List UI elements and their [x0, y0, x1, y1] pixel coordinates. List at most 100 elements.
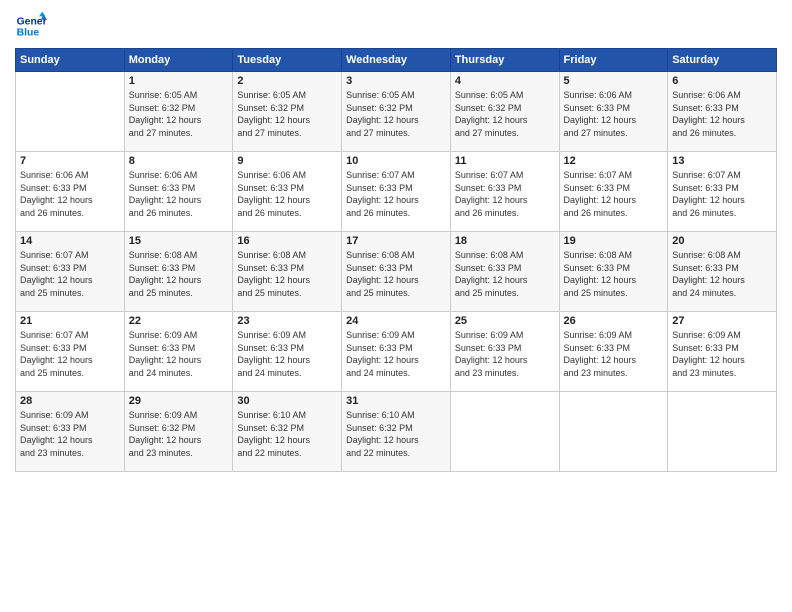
logo: General Blue — [15, 10, 47, 42]
day-info: Sunrise: 6:07 AM Sunset: 6:33 PM Dayligh… — [20, 329, 120, 379]
day-number: 13 — [672, 155, 772, 167]
day-info: Sunrise: 6:09 AM Sunset: 6:33 PM Dayligh… — [672, 329, 772, 379]
weekday-header: Saturday — [668, 49, 777, 72]
day-info: Sunrise: 6:09 AM Sunset: 6:33 PM Dayligh… — [346, 329, 446, 379]
day-info: Sunrise: 6:07 AM Sunset: 6:33 PM Dayligh… — [672, 169, 772, 219]
day-info: Sunrise: 6:08 AM Sunset: 6:33 PM Dayligh… — [129, 249, 229, 299]
day-number: 29 — [129, 395, 229, 407]
calendar-cell: 12Sunrise: 6:07 AM Sunset: 6:33 PM Dayli… — [559, 152, 668, 232]
day-info: Sunrise: 6:08 AM Sunset: 6:33 PM Dayligh… — [564, 249, 664, 299]
calendar-cell: 23 Sunrise: 6:09 AM Sunset: 6:33 PM Dayli… — [233, 312, 342, 392]
calendar-cell: 6 Sunrise: 6:06 AM Sunset: 6:33 PM Daylig… — [668, 72, 777, 152]
day-number: 28 — [20, 395, 120, 407]
day-info: Sunrise: 6:09 AM Sunset: 6:33 PM Dayligh… — [237, 329, 337, 379]
day-info: Sunrise: 6:09 AM Sunset: 6:32 PM Dayligh… — [129, 409, 229, 459]
day-info: Sunrise: 6:08 AM Sunset: 6:33 PM Dayligh… — [455, 249, 555, 299]
calendar-header-row: SundayMondayTuesdayWednesdayThursdayFrid… — [16, 49, 777, 72]
day-number: 20 — [672, 235, 772, 247]
day-number: 21 — [20, 315, 120, 327]
day-number: 11 — [455, 155, 555, 167]
calendar-cell — [16, 72, 125, 152]
calendar-cell — [559, 392, 668, 472]
day-number: 6 — [672, 75, 772, 87]
calendar-cell: 30 Sunrise: 6:10 AM Sunset: 6:32 PM Dayli… — [233, 392, 342, 472]
day-number: 18 — [455, 235, 555, 247]
day-info: Sunrise: 6:09 AM Sunset: 6:33 PM Dayligh… — [20, 409, 120, 459]
day-info: Sunrise: 6:08 AM Sunset: 6:33 PM Dayligh… — [346, 249, 446, 299]
calendar-week-row: 1 Sunrise: 6:05 AM Sunset: 6:32 PM Daylig… — [16, 72, 777, 152]
calendar-cell: 11 Sunrise: 6:07 AM Sunset: 6:33 PM Dayli… — [450, 152, 559, 232]
day-info: Sunrise: 6:07 AM Sunset: 6:33 PM Dayligh… — [455, 169, 555, 219]
day-number: 23 — [237, 315, 337, 327]
calendar-cell: 9 Sunrise: 6:06 AM Sunset: 6:33 PM Daylig… — [233, 152, 342, 232]
day-number: 31 — [346, 395, 446, 407]
day-info: Sunrise: 6:05 AM Sunset: 6:32 PM Dayligh… — [346, 89, 446, 139]
day-number: 1 — [129, 75, 229, 87]
day-number: 19 — [564, 235, 664, 247]
weekday-header: Wednesday — [342, 49, 451, 72]
calendar-cell: 29 Sunrise: 6:09 AM Sunset: 6:32 PM Dayli… — [124, 392, 233, 472]
calendar-cell: 10 Sunrise: 6:07 AM Sunset: 6:33 PM Dayli… — [342, 152, 451, 232]
day-number: 8 — [129, 155, 229, 167]
calendar-week-row: 14Sunrise: 6:07 AM Sunset: 6:33 PM Dayli… — [16, 232, 777, 312]
calendar-week-row: 28 Sunrise: 6:09 AM Sunset: 6:33 PM Dayli… — [16, 392, 777, 472]
calendar-cell: 3 Sunrise: 6:05 AM Sunset: 6:32 PM Daylig… — [342, 72, 451, 152]
calendar-cell — [668, 392, 777, 472]
calendar-cell: 4Sunrise: 6:05 AM Sunset: 6:32 PM Daylig… — [450, 72, 559, 152]
calendar-cell: 15 Sunrise: 6:08 AM Sunset: 6:33 PM Dayli… — [124, 232, 233, 312]
day-number: 26 — [564, 315, 664, 327]
calendar-cell: 24 Sunrise: 6:09 AM Sunset: 6:33 PM Dayli… — [342, 312, 451, 392]
day-number: 12 — [564, 155, 664, 167]
weekday-header: Monday — [124, 49, 233, 72]
calendar-cell: 7Sunrise: 6:06 AM Sunset: 6:33 PM Daylig… — [16, 152, 125, 232]
calendar-week-row: 21 Sunrise: 6:07 AM Sunset: 6:33 PM Dayli… — [16, 312, 777, 392]
calendar-cell: 1 Sunrise: 6:05 AM Sunset: 6:32 PM Daylig… — [124, 72, 233, 152]
calendar-cell: 21 Sunrise: 6:07 AM Sunset: 6:33 PM Dayli… — [16, 312, 125, 392]
calendar-week-row: 7 Sunrise: 6:06 AM Sunset: 6:33 PM Daylig… — [16, 152, 777, 232]
day-number: 15 — [129, 235, 229, 247]
calendar-cell: 13 Sunrise: 6:07 AM Sunset: 6:33 PM Dayli… — [668, 152, 777, 232]
day-number: 7 — [20, 155, 120, 167]
day-info: Sunrise: 6:07 AM Sunset: 6:33 PM Dayligh… — [346, 169, 446, 219]
calendar-body: 1 Sunrise: 6:05 AM Sunset: 6:32 PM Daylig… — [16, 72, 777, 472]
calendar-cell: 26 Sunrise: 6:09 AM Sunset: 6:33 PM Dayli… — [559, 312, 668, 392]
day-info: Sunrise: 6:09 AM Sunset: 6:33 PM Dayligh… — [129, 329, 229, 379]
day-number: 27 — [672, 315, 772, 327]
svg-text:Blue: Blue — [17, 28, 40, 39]
calendar-cell: 16 Sunrise: 6:08 AM Sunset: 6:33 PM Dayli… — [233, 232, 342, 312]
day-number: 16 — [237, 235, 337, 247]
day-info: Sunrise: 6:06 AM Sunset: 6:33 PM Dayligh… — [129, 169, 229, 219]
day-info: Sunrise: 6:08 AM Sunset: 6:33 PM Dayligh… — [237, 249, 337, 299]
day-number: 17 — [346, 235, 446, 247]
day-info: Sunrise: 6:06 AM Sunset: 6:33 PM Dayligh… — [672, 89, 772, 139]
day-info: Sunrise: 6:08 AM Sunset: 6:33 PM Dayligh… — [672, 249, 772, 299]
calendar-cell: 20 Sunrise: 6:08 AM Sunset: 6:33 PM Dayli… — [668, 232, 777, 312]
day-number: 5 — [564, 75, 664, 87]
calendar-cell: 8 Sunrise: 6:06 AM Sunset: 6:33 PM Daylig… — [124, 152, 233, 232]
day-info: Sunrise: 6:10 AM Sunset: 6:32 PM Dayligh… — [237, 409, 337, 459]
day-info: Sunrise: 6:10 AM Sunset: 6:32 PM Dayligh… — [346, 409, 446, 459]
calendar-cell: 17 Sunrise: 6:08 AM Sunset: 6:33 PM Dayli… — [342, 232, 451, 312]
weekday-header: Thursday — [450, 49, 559, 72]
calendar-cell: 25Sunrise: 6:09 AM Sunset: 6:33 PM Dayli… — [450, 312, 559, 392]
day-info: Sunrise: 6:05 AM Sunset: 6:32 PM Dayligh… — [237, 89, 337, 139]
day-info: Sunrise: 6:09 AM Sunset: 6:33 PM Dayligh… — [455, 329, 555, 379]
calendar-cell: 31 Sunrise: 6:10 AM Sunset: 6:32 PM Dayli… — [342, 392, 451, 472]
weekday-header: Tuesday — [233, 49, 342, 72]
day-number: 30 — [237, 395, 337, 407]
calendar-table: SundayMondayTuesdayWednesdayThursdayFrid… — [15, 48, 777, 472]
day-info: Sunrise: 6:09 AM Sunset: 6:33 PM Dayligh… — [564, 329, 664, 379]
calendar-cell: 19 Sunrise: 6:08 AM Sunset: 6:33 PM Dayli… — [559, 232, 668, 312]
logo-icon: General Blue — [15, 10, 47, 42]
day-number: 24 — [346, 315, 446, 327]
day-info: Sunrise: 6:05 AM Sunset: 6:32 PM Dayligh… — [129, 89, 229, 139]
weekday-header: Sunday — [16, 49, 125, 72]
calendar-cell: 5Sunrise: 6:06 AM Sunset: 6:33 PM Daylig… — [559, 72, 668, 152]
calendar-cell: 27 Sunrise: 6:09 AM Sunset: 6:33 PM Dayli… — [668, 312, 777, 392]
day-number: 3 — [346, 75, 446, 87]
day-number: 9 — [237, 155, 337, 167]
calendar-cell: 22 Sunrise: 6:09 AM Sunset: 6:33 PM Dayli… — [124, 312, 233, 392]
day-info: Sunrise: 6:06 AM Sunset: 6:33 PM Dayligh… — [237, 169, 337, 219]
day-number: 10 — [346, 155, 446, 167]
day-number: 22 — [129, 315, 229, 327]
